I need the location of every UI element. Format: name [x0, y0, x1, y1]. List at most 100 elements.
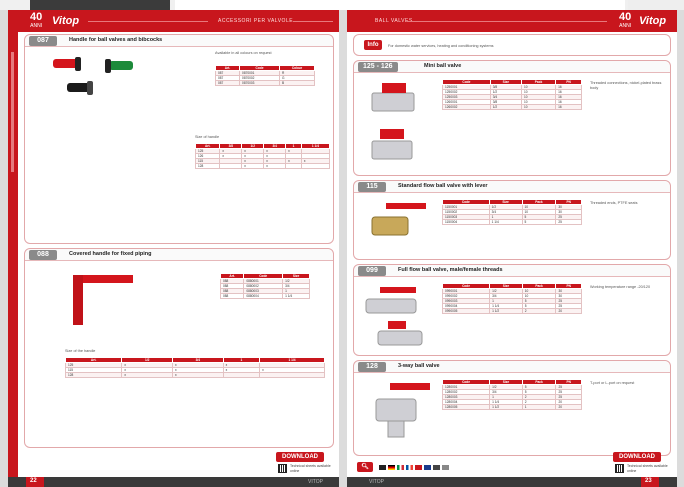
brand-logo: Vitop	[52, 15, 80, 27]
anniversary-logo: 40 ANNI	[619, 11, 632, 30]
top-strip-dark	[30, 0, 170, 10]
qr-code-icon[interactable]	[278, 464, 287, 473]
section-note: Available in all colours on request	[215, 51, 272, 55]
header-rule	[293, 21, 333, 22]
section-title: Standard flow ball valve with lever	[398, 183, 488, 189]
section-code: 115	[358, 182, 386, 192]
section-128: 128 3-way ball valve Code Size Pack PN 1280…	[353, 360, 671, 456]
section-code: 128	[358, 362, 386, 372]
section-note: T-port or L-port on request	[590, 381, 635, 385]
section-note: Working temperature range -20/120	[590, 285, 651, 289]
page-number: 23	[645, 478, 652, 484]
table-row: 128 x x	[64, 372, 325, 378]
section-088-table: Art. Code Size 088 0880001 1/2 088 0880002 3/4…	[219, 273, 310, 299]
section-header: 099 Full flow ball valve, male/female th…	[354, 265, 670, 277]
flag-icon	[433, 465, 440, 470]
handle-product-image	[53, 57, 133, 95]
header-rule	[88, 21, 208, 22]
flag-icon	[406, 465, 413, 470]
download-button[interactable]: DOWNLOAD	[276, 452, 324, 462]
right-footer: VITOP 23	[347, 477, 677, 487]
left-sidebar	[8, 32, 18, 477]
covered-handle-image	[73, 275, 133, 325]
section-087-table: Art. Code Colour 087 0870001 R 087 0870002 G…	[214, 65, 316, 86]
table2-note: Size of the handle	[65, 349, 96, 353]
top-strip-right	[628, 0, 684, 10]
section-title: Covered handle for fixed piping	[69, 251, 152, 257]
flag-icon	[379, 465, 386, 470]
table-row: 087 0870003 B	[214, 80, 316, 86]
section-header: 125 - 126 Mini ball valve	[354, 61, 670, 73]
flag-icon	[415, 465, 422, 470]
flag-icon	[388, 465, 395, 470]
black-handle	[67, 81, 93, 95]
section-header: 115 Standard flow ball valve with lever	[354, 181, 670, 193]
section-header: 087 Handle for ball valves and bibcocks	[25, 35, 333, 47]
left-page-header: 40 ANNI Vitop ACCESSORI PER VALVOLE	[8, 10, 339, 32]
top-strip	[0, 0, 684, 10]
info-banner: Info For domestic water services, heatin…	[353, 34, 671, 56]
section-code: 088	[29, 250, 57, 260]
section-title: Mini ball valve	[424, 63, 462, 69]
qr-code-icon[interactable]	[615, 464, 624, 473]
search-icon[interactable]: 🔍︎	[357, 462, 373, 472]
section-title: Handle for ball valves and bibcocks	[69, 37, 163, 43]
section-code: 125 - 126	[358, 62, 398, 72]
full-flow-ball-valve-image	[365, 287, 423, 346]
section-115-table: Code Size Pack PN 1150001 1/2 10 30 1150002 3/4…	[442, 199, 582, 225]
section-099-table: Code Size Pack PN 0990001 1/2 10 30 0990002 3/4…	[441, 283, 582, 314]
section-087: 087 Handle for ball valves and bibcocks …	[24, 34, 334, 244]
left-footer: 22 VITOP	[8, 477, 339, 487]
download-note: Technical sheets available online	[290, 464, 331, 473]
section-title: Full flow ball valve, male/female thread…	[398, 267, 503, 273]
anniversary-logo: 40 ANNI	[30, 12, 43, 31]
top-strip-light	[175, 0, 625, 10]
lever-ball-valve-image	[371, 203, 426, 236]
table-row: 0990005 1 1/2 2 20	[441, 308, 582, 314]
three-way-ball-valve-image	[375, 383, 430, 438]
table-row: 088 0880004 1 1/4	[219, 293, 310, 299]
section-099: 099 Full flow ball valve, male/female th…	[353, 264, 671, 356]
flag-icon	[424, 465, 431, 470]
section-note: Threaded ends, PTFE seats	[590, 201, 638, 205]
flag-icon	[442, 465, 449, 470]
anniversary-sub: ANNI	[30, 23, 43, 29]
table-row: 1260002 1/2 10 16	[442, 104, 582, 110]
download-button[interactable]: DOWNLOAD	[613, 452, 661, 462]
download-note: Technical sheets available online	[627, 464, 668, 473]
section-087-size-table: Art. 3/8 1/2 3/4 1 1 1/4 125 x x x x 126 x x x 115 x x…	[194, 143, 331, 169]
right-page: BALL VALVES 40 ANNI Vitop Info For domes…	[347, 10, 677, 487]
left-page-title: ACCESSORI PER VALVOLE	[218, 18, 294, 24]
right-page-header: BALL VALVES 40 ANNI Vitop	[347, 10, 677, 32]
table-row: 128 x x	[194, 163, 331, 169]
page-number: 22	[30, 478, 37, 484]
section-115: 115 Standard flow ball valve with lever …	[353, 180, 671, 260]
section-code: 087	[29, 36, 57, 46]
table2-note: Size of handle	[195, 135, 220, 139]
flag-icon	[397, 465, 404, 470]
section-128-table: Code Size Pack PN 1280001 1/2 5 25 1280002 3/4 5…	[441, 379, 582, 410]
info-text: For domestic water services, heating and…	[388, 44, 494, 48]
catalog-spread: 40 ANNI Vitop ACCESSORI PER VALVOLE 087 …	[0, 0, 684, 487]
certification-flags	[379, 464, 449, 472]
section-title: 3-way ball valve	[398, 363, 440, 369]
footer-brand: VITOP	[308, 479, 323, 485]
red-handle	[53, 57, 81, 71]
brand-logo: Vitop	[639, 15, 667, 27]
section-header: 128 3-way ball valve	[354, 361, 670, 373]
left-page: 40 ANNI Vitop ACCESSORI PER VALVOLE 087 …	[8, 10, 339, 487]
table-row: 1150004 1 1/4 5 25	[442, 219, 582, 225]
section-125-126: 125 - 126 Mini ball valve Code Size Pack PN…	[353, 60, 671, 176]
section-088: 088 Covered handle for fixed piping Art.…	[24, 248, 334, 448]
footer-brand: VITOP	[369, 479, 384, 485]
info-badge: Info	[364, 40, 382, 50]
section-125-table: Code Size Pack PN 1250001 3/8 10 16 1250002 1/2…	[442, 79, 582, 110]
mini-ball-valve-image	[371, 83, 415, 160]
section-note: Threaded connections, nickel-plated bras…	[590, 81, 662, 90]
section-code: 099	[358, 266, 386, 276]
table-row: 1280005 1 1/2 1 20	[441, 404, 582, 410]
green-handle	[105, 59, 133, 73]
section-088-size-table: Art. 1/2 3/4 1 1 1/4 125 x x x 115 x x x x 128 x x	[64, 357, 325, 378]
section-header: 088 Covered handle for fixed piping	[25, 249, 333, 261]
header-rule	[407, 21, 607, 22]
